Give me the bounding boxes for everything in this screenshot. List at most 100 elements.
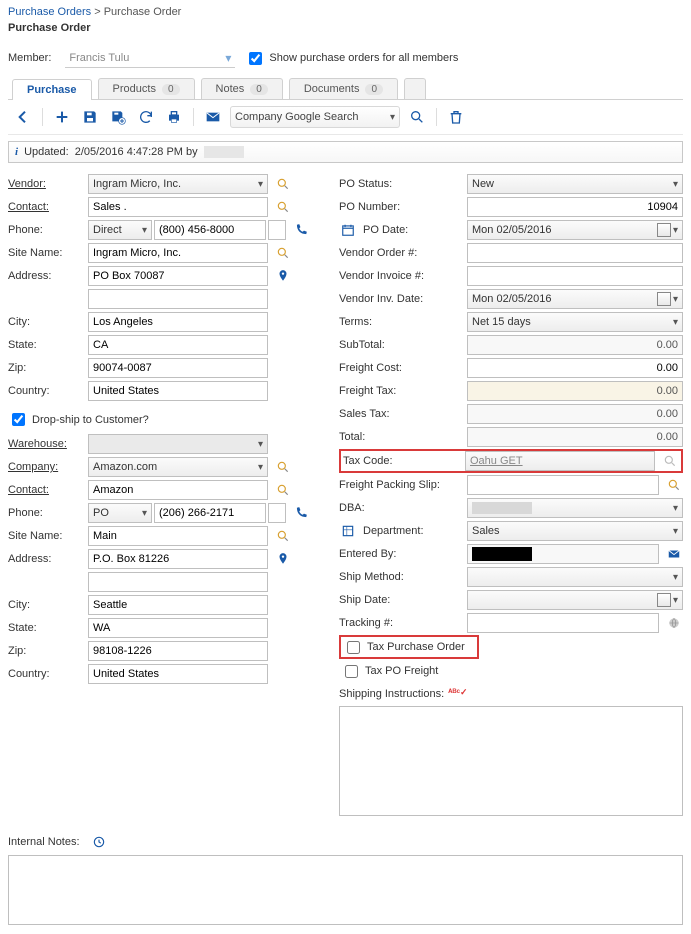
tab-label: Notes [216, 83, 245, 95]
back-button[interactable] [12, 106, 34, 128]
tax-po-label: Tax Purchase Order [367, 641, 465, 653]
city-input[interactable] [88, 312, 268, 332]
shipdate-picker[interactable]: ▾ [467, 590, 683, 610]
ship-country-label: Country: [8, 668, 88, 680]
vendor-order-input[interactable] [467, 243, 683, 263]
print-button[interactable] [163, 106, 185, 128]
phone-icon[interactable] [292, 504, 310, 522]
phone-type-select[interactable]: Direct▾ [88, 220, 152, 240]
show-all-label: Show purchase orders for all members [269, 52, 458, 64]
dba-select[interactable]: ▾ [467, 498, 683, 518]
ship-zip-input[interactable] [88, 641, 268, 661]
chevron-down-icon: ▾ [673, 572, 678, 583]
date-icon [657, 223, 671, 237]
map-pin-icon[interactable] [274, 267, 292, 285]
freightcost-input[interactable] [467, 358, 683, 378]
email-icon[interactable] [665, 545, 683, 563]
tab-settings[interactable] [404, 78, 426, 99]
ship-address-input[interactable] [88, 549, 268, 569]
phone-input[interactable] [154, 220, 266, 240]
contact-input[interactable] [88, 197, 268, 217]
tracking-input[interactable] [467, 613, 659, 633]
dept-select[interactable]: Sales▾ [467, 521, 683, 541]
updated-bar: i Updated: 2/05/2016 4:47:28 PM by [8, 141, 683, 163]
phone-icon[interactable] [292, 221, 310, 239]
ship-country-input[interactable] [88, 664, 268, 684]
shipmethod-select[interactable]: ▾ [467, 567, 683, 587]
shipping-instructions-textarea[interactable] [339, 706, 683, 816]
po-status-select[interactable]: New▾ [467, 174, 683, 194]
search-icon[interactable] [274, 244, 292, 262]
tab-documents[interactable]: Documents0 [289, 78, 398, 99]
terms-select[interactable]: Net 15 days▾ [467, 312, 683, 332]
address-input[interactable] [88, 266, 268, 286]
search-icon[interactable] [274, 481, 292, 499]
spellcheck-icon[interactable]: ᴬᴮᶜ✓ [448, 687, 467, 698]
po-date-label: PO Date: [363, 224, 467, 236]
vendor-invoice-input[interactable] [467, 266, 683, 286]
ship-address-label: Address: [8, 553, 88, 565]
save-button[interactable] [79, 106, 101, 128]
ship-contact-input[interactable] [88, 480, 268, 500]
vendor-invdate-value: Mon 02/05/2016 [472, 293, 552, 305]
state-input[interactable] [88, 335, 268, 355]
ship-address2-input[interactable] [88, 572, 268, 592]
new-button[interactable] [51, 106, 73, 128]
address2-input[interactable] [88, 289, 268, 309]
site-input[interactable] [88, 243, 268, 263]
po-date-picker[interactable]: Mon 02/05/2016▾ [467, 220, 683, 240]
search-icon[interactable] [665, 476, 683, 494]
phone-ext-input[interactable] [268, 220, 286, 240]
date-icon [657, 593, 671, 607]
po-number-label: PO Number: [339, 201, 467, 213]
calendar-icon[interactable] [339, 221, 357, 239]
ship-phone-type-select[interactable]: PO▾ [88, 503, 152, 523]
search-icon[interactable] [274, 198, 292, 216]
country-input[interactable] [88, 381, 268, 401]
po-number-input[interactable] [467, 197, 683, 217]
tab-products[interactable]: Products0 [98, 78, 195, 99]
taxcode-select[interactable]: Oahu GET [465, 451, 655, 471]
internal-notes-label: Internal Notes: [8, 836, 80, 848]
shipdate-label: Ship Date: [339, 594, 467, 606]
tab-notes[interactable]: Notes0 [201, 78, 283, 99]
vendor-order-label: Vendor Order #: [339, 247, 467, 259]
ship-phone-ext-input[interactable] [268, 503, 286, 523]
tax-freight-checkbox[interactable] [345, 665, 358, 678]
chevron-down-icon: ▾ [142, 225, 147, 236]
department-icon[interactable] [339, 522, 357, 540]
ship-site-input[interactable] [88, 526, 268, 546]
search-icon[interactable] [661, 452, 679, 470]
ship-city-input[interactable] [88, 595, 268, 615]
globe-icon[interactable] [665, 614, 683, 632]
save-new-button[interactable] [107, 106, 129, 128]
member-select[interactable]: Francis Tulu ▾ [65, 48, 235, 68]
email-button[interactable] [202, 106, 224, 128]
ship-phone-input[interactable] [154, 503, 266, 523]
show-all-checkbox[interactable] [249, 52, 262, 65]
zip-input[interactable] [88, 358, 268, 378]
ship-state-input[interactable] [88, 618, 268, 638]
breadcrumb-root[interactable]: Purchase Orders [8, 6, 91, 18]
search-engine-combo[interactable]: Company Google Search▾ [230, 106, 400, 128]
ship-company-select[interactable]: Amazon.com▾ [88, 457, 268, 477]
map-pin-icon[interactable] [274, 550, 292, 568]
search-icon[interactable] [274, 458, 292, 476]
delete-button[interactable] [445, 106, 467, 128]
clock-icon[interactable] [90, 833, 108, 851]
tax-po-checkbox[interactable] [347, 641, 360, 654]
tab-purchase[interactable]: Purchase [12, 79, 92, 100]
search-button[interactable] [406, 106, 428, 128]
packslip-input[interactable] [467, 475, 659, 495]
vendor-label: Vendor: [8, 178, 88, 190]
vendor-invdate-picker[interactable]: Mon 02/05/2016▾ [467, 289, 683, 309]
dropship-checkbox[interactable] [12, 413, 25, 426]
warehouse-select[interactable]: ▾ [88, 434, 268, 454]
search-icon[interactable] [274, 175, 292, 193]
vendor-select[interactable]: Ingram Micro, Inc.▾ [88, 174, 268, 194]
address-label: Address: [8, 270, 88, 282]
refresh-button[interactable] [135, 106, 157, 128]
total-value [467, 427, 683, 447]
search-icon[interactable] [274, 527, 292, 545]
internal-notes-textarea[interactable] [8, 855, 683, 925]
